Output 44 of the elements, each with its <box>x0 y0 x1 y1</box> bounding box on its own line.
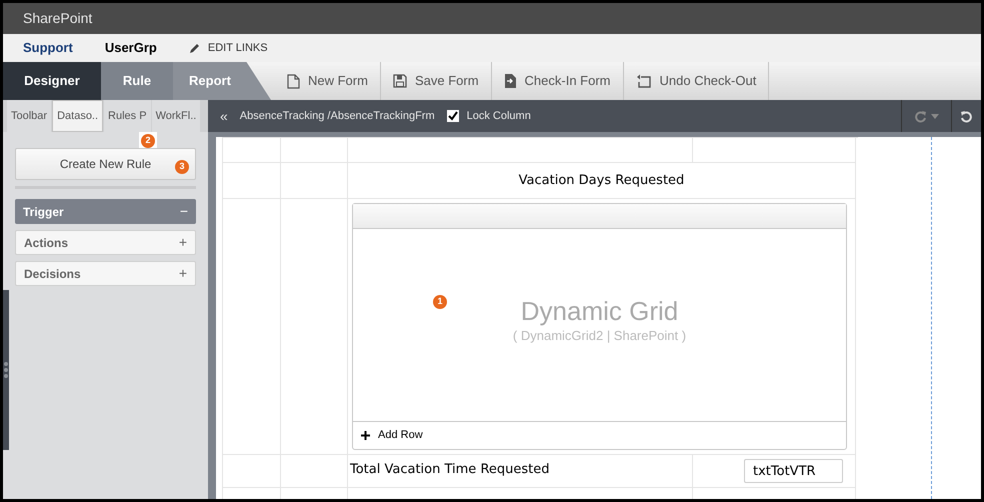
section-title: Trigger <box>23 204 64 220</box>
refresh-icon <box>960 110 973 122</box>
number-badge: 3 <box>175 160 189 174</box>
panel-resize-handle[interactable] <box>3 290 9 450</box>
number-badge: 1 <box>433 294 447 309</box>
form-path: AbsenceTracking /AbsenceTrackingFrm <box>240 108 435 124</box>
rule-section-header[interactable]: Trigger − <box>15 199 196 224</box>
number-badge: 2 <box>141 134 155 148</box>
app-title: SharePoint <box>23 9 92 28</box>
section-heading: Vacation Days Requested <box>518 172 684 190</box>
panel-tab[interactable]: Toolbar <box>7 100 52 132</box>
panel-tab[interactable]: Rules P <box>104 100 151 132</box>
section-toggle: − <box>180 201 188 222</box>
document-arrow-icon <box>504 73 517 89</box>
lock-column-label: Lock Column <box>466 108 531 124</box>
checkmark-icon <box>448 111 458 121</box>
document-icon <box>287 74 300 88</box>
redo-icon <box>914 110 927 122</box>
plus-icon <box>361 431 370 440</box>
section-toggle: + <box>178 263 187 284</box>
section-toggle: + <box>178 232 187 253</box>
collapse-icon[interactable]: « <box>220 106 228 126</box>
add-row-button[interactable]: Add Row <box>353 421 846 449</box>
caret-icon <box>931 114 939 118</box>
undo-box-icon <box>636 74 652 88</box>
mode-tab[interactable]: Rule <box>101 62 173 100</box>
rule-section-header[interactable]: Actions + <box>15 230 196 255</box>
create-rule-button[interactable]: Create New Rule 3 <box>15 148 196 180</box>
nav-link[interactable]: Support <box>23 38 73 58</box>
edit-links-link[interactable]: EDIT LINKS <box>188 40 268 56</box>
grid-subtitle: ( DynamicGrid2 | SharePoint ) <box>512 327 686 346</box>
mode-tab[interactable]: Designer <box>3 62 101 100</box>
panel-tab[interactable]: Dataso.. <box>52 100 104 132</box>
grid-title: Dynamic Grid <box>520 296 678 326</box>
lock-column-checkbox[interactable] <box>446 110 459 122</box>
pencil-icon <box>188 42 200 54</box>
rule-section-header[interactable]: Decisions + <box>15 261 196 286</box>
nav-link[interactable]: UserGrp <box>104 38 157 58</box>
text-field[interactable]: txtTotVTR <box>744 459 843 483</box>
field-label: Total Vacation Time Requested <box>350 462 550 477</box>
section-title: Decisions <box>24 266 81 282</box>
section-title: Actions <box>24 234 68 252</box>
panel-tab[interactable]: WorkFl.. <box>152 100 200 132</box>
mode-tab[interactable]: Report <box>173 62 271 100</box>
